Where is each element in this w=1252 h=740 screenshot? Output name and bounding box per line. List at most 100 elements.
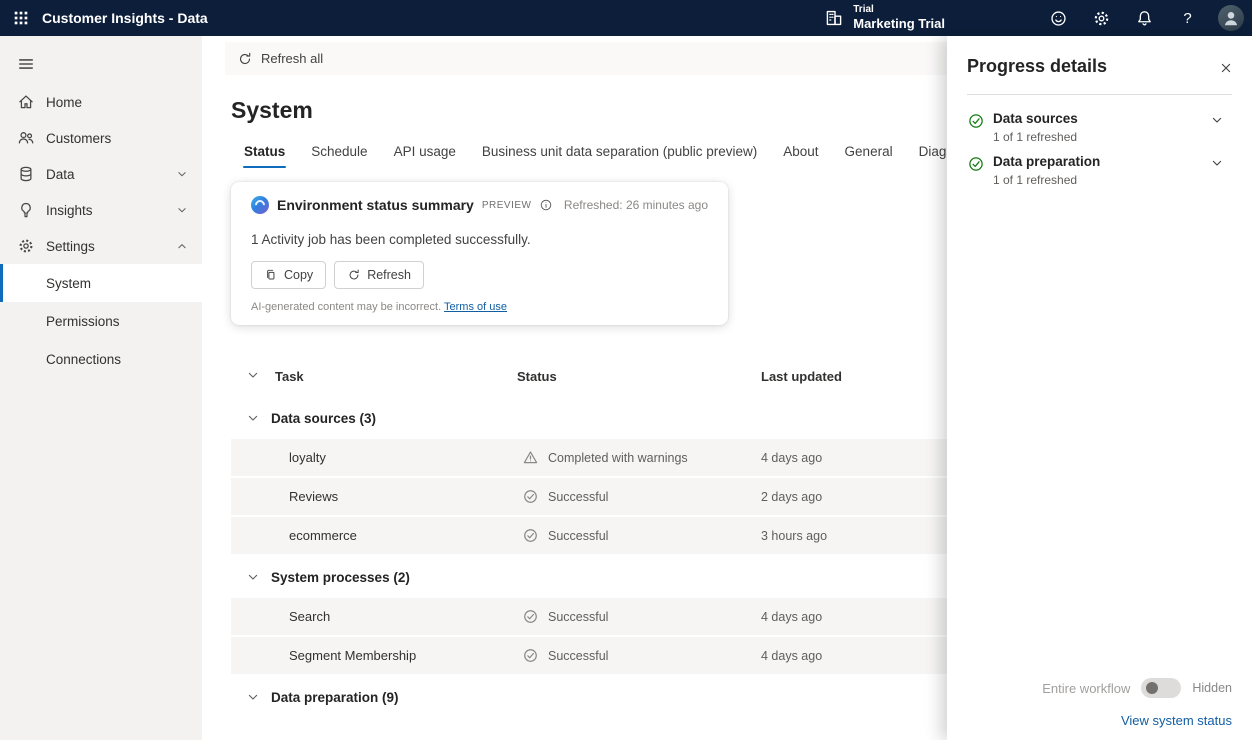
refresh-button-label: Refresh bbox=[367, 268, 411, 282]
notifications-button[interactable] bbox=[1123, 0, 1166, 36]
sidebar-item-home[interactable]: Home bbox=[0, 84, 202, 120]
view-system-status-link[interactable]: View system status bbox=[1121, 713, 1232, 728]
summary-card-body: 1 Activity job has been completed succes… bbox=[251, 232, 708, 247]
smiley-icon bbox=[1049, 9, 1068, 28]
chevron-down-icon[interactable] bbox=[1208, 154, 1226, 172]
table-row[interactable]: Segment Membership Successful 4 days ago bbox=[231, 637, 947, 674]
sidebar-child-label: Permissions bbox=[46, 314, 120, 329]
check-circle-icon bbox=[967, 155, 985, 173]
warning-icon bbox=[522, 449, 539, 466]
copy-button[interactable]: Copy bbox=[251, 261, 326, 289]
tab-business-unit-data-separation[interactable]: Business unit data separation (public pr… bbox=[469, 134, 770, 170]
status-cell: Successful bbox=[517, 488, 761, 505]
sidebar-child-label: System bbox=[46, 276, 91, 291]
refresh-all-label: Refresh all bbox=[261, 51, 323, 66]
chevron-down-icon bbox=[174, 166, 190, 182]
chevron-down-icon bbox=[245, 569, 261, 585]
feedback-button[interactable] bbox=[1037, 0, 1080, 36]
status-cell: Successful bbox=[517, 527, 761, 544]
column-header-status: Status bbox=[517, 369, 761, 384]
people-icon bbox=[16, 128, 36, 148]
last-updated-cell: 2 days ago bbox=[761, 490, 947, 504]
app-launcher-button[interactable] bbox=[0, 0, 42, 36]
app-title: Customer Insights - Data bbox=[42, 10, 208, 26]
sidebar-item-insights[interactable]: Insights bbox=[0, 192, 202, 228]
sidebar-item-settings[interactable]: Settings bbox=[0, 228, 202, 264]
table-row[interactable]: Reviews Successful 2 days ago bbox=[231, 478, 947, 515]
status-cell: Completed with warnings bbox=[517, 449, 761, 466]
database-icon bbox=[16, 164, 36, 184]
ai-disclaimer: AI-generated content may be incorrect. bbox=[251, 301, 441, 313]
progress-item-data-sources[interactable]: Data sources 1 of 1 refreshed bbox=[967, 111, 1232, 144]
sidebar-item-permissions[interactable]: Permissions bbox=[0, 302, 202, 340]
check-circle-icon bbox=[522, 488, 539, 505]
account-button[interactable] bbox=[1209, 0, 1252, 36]
task-cell: loyalty bbox=[289, 450, 517, 465]
tab-about[interactable]: About bbox=[770, 134, 831, 170]
sidebar-collapse-button[interactable] bbox=[10, 48, 42, 80]
sidebar-item-connections[interactable]: Connections bbox=[0, 340, 202, 378]
bell-icon bbox=[1135, 9, 1154, 28]
sidebar-item-data[interactable]: Data bbox=[0, 156, 202, 192]
collapse-all-chevron-icon[interactable] bbox=[245, 367, 261, 383]
column-header-last-updated: Last updated bbox=[761, 369, 947, 384]
group-row-system-processes[interactable]: System processes (2) bbox=[231, 556, 947, 598]
settings-button[interactable] bbox=[1080, 0, 1123, 36]
sidebar-child-label: Connections bbox=[46, 352, 121, 367]
sidebar-item-label: Insights bbox=[46, 203, 174, 218]
lightbulb-icon bbox=[16, 200, 36, 220]
refresh-icon bbox=[347, 268, 361, 282]
main-content: Refresh all System Status Schedule API u… bbox=[202, 36, 947, 740]
table-row[interactable]: loyalty Completed with warnings 4 days a… bbox=[231, 439, 947, 476]
tab-general[interactable]: General bbox=[832, 134, 906, 170]
environment-picker[interactable]: Trial Marketing Trial bbox=[824, 4, 945, 32]
summary-card-title: Environment status summary bbox=[277, 197, 474, 213]
entire-workflow-label: Entire workflow bbox=[1042, 681, 1130, 696]
group-row-data-preparation[interactable]: Data preparation (9) bbox=[231, 676, 947, 718]
last-updated-cell: 4 days ago bbox=[761, 451, 947, 465]
chevron-down-icon[interactable] bbox=[1208, 111, 1226, 129]
info-icon[interactable] bbox=[539, 198, 553, 212]
command-bar: Refresh all bbox=[225, 42, 947, 75]
environment-status-summary-card: Environment status summary PREVIEW Refre… bbox=[231, 182, 728, 325]
tab-bar: Status Schedule API usage Business unit … bbox=[231, 134, 947, 170]
sidebar-item-label: Home bbox=[46, 95, 190, 110]
close-panel-button[interactable] bbox=[1214, 56, 1238, 80]
topbar: Customer Insights - Data Trial Marketing… bbox=[0, 0, 1252, 36]
environment-name-label: Marketing Trial bbox=[853, 16, 945, 32]
tab-status[interactable]: Status bbox=[231, 134, 298, 170]
group-row-data-sources[interactable]: Data sources (3) bbox=[231, 397, 947, 439]
tab-diagnostic[interactable]: Diagnostic bbox=[906, 134, 947, 170]
waffle-icon bbox=[12, 9, 30, 27]
refresh-button[interactable]: Refresh bbox=[334, 261, 424, 289]
sidebar-item-system[interactable]: System bbox=[0, 264, 202, 302]
task-cell: Segment Membership bbox=[289, 648, 517, 663]
environment-type-label: Trial bbox=[853, 4, 945, 16]
table-row[interactable]: ecommerce Successful 3 hours ago bbox=[231, 517, 947, 554]
check-circle-icon bbox=[967, 112, 985, 130]
table-row[interactable]: Search Successful 4 days ago bbox=[231, 598, 947, 635]
copy-icon bbox=[264, 268, 278, 282]
hidden-toggle[interactable] bbox=[1141, 678, 1181, 698]
progress-item-data-preparation[interactable]: Data preparation 1 of 1 refreshed bbox=[967, 154, 1232, 187]
refresh-icon bbox=[237, 51, 253, 67]
last-updated-cell: 4 days ago bbox=[761, 610, 947, 624]
status-cell: Successful bbox=[517, 647, 761, 664]
last-updated-cell: 3 hours ago bbox=[761, 529, 947, 543]
help-button[interactable]: ? bbox=[1166, 0, 1209, 36]
last-updated-cell: 4 days ago bbox=[761, 649, 947, 663]
panel-footer: Entire workflow Hidden View system statu… bbox=[947, 678, 1252, 740]
refresh-all-button[interactable]: Refresh all bbox=[237, 51, 323, 67]
chevron-up-icon bbox=[174, 238, 190, 254]
column-header-task: Task bbox=[275, 369, 517, 384]
gear-icon bbox=[1092, 9, 1111, 28]
tab-api-usage[interactable]: API usage bbox=[381, 134, 469, 170]
copy-button-label: Copy bbox=[284, 268, 313, 282]
sidebar-item-label: Data bbox=[46, 167, 174, 182]
terms-of-use-link[interactable]: Terms of use bbox=[444, 301, 507, 313]
copilot-icon bbox=[251, 196, 269, 214]
close-icon bbox=[1218, 60, 1234, 76]
tab-schedule[interactable]: Schedule bbox=[298, 134, 380, 170]
sidebar-item-customers[interactable]: Customers bbox=[0, 120, 202, 156]
progress-item-label: Data sources bbox=[993, 111, 1208, 126]
